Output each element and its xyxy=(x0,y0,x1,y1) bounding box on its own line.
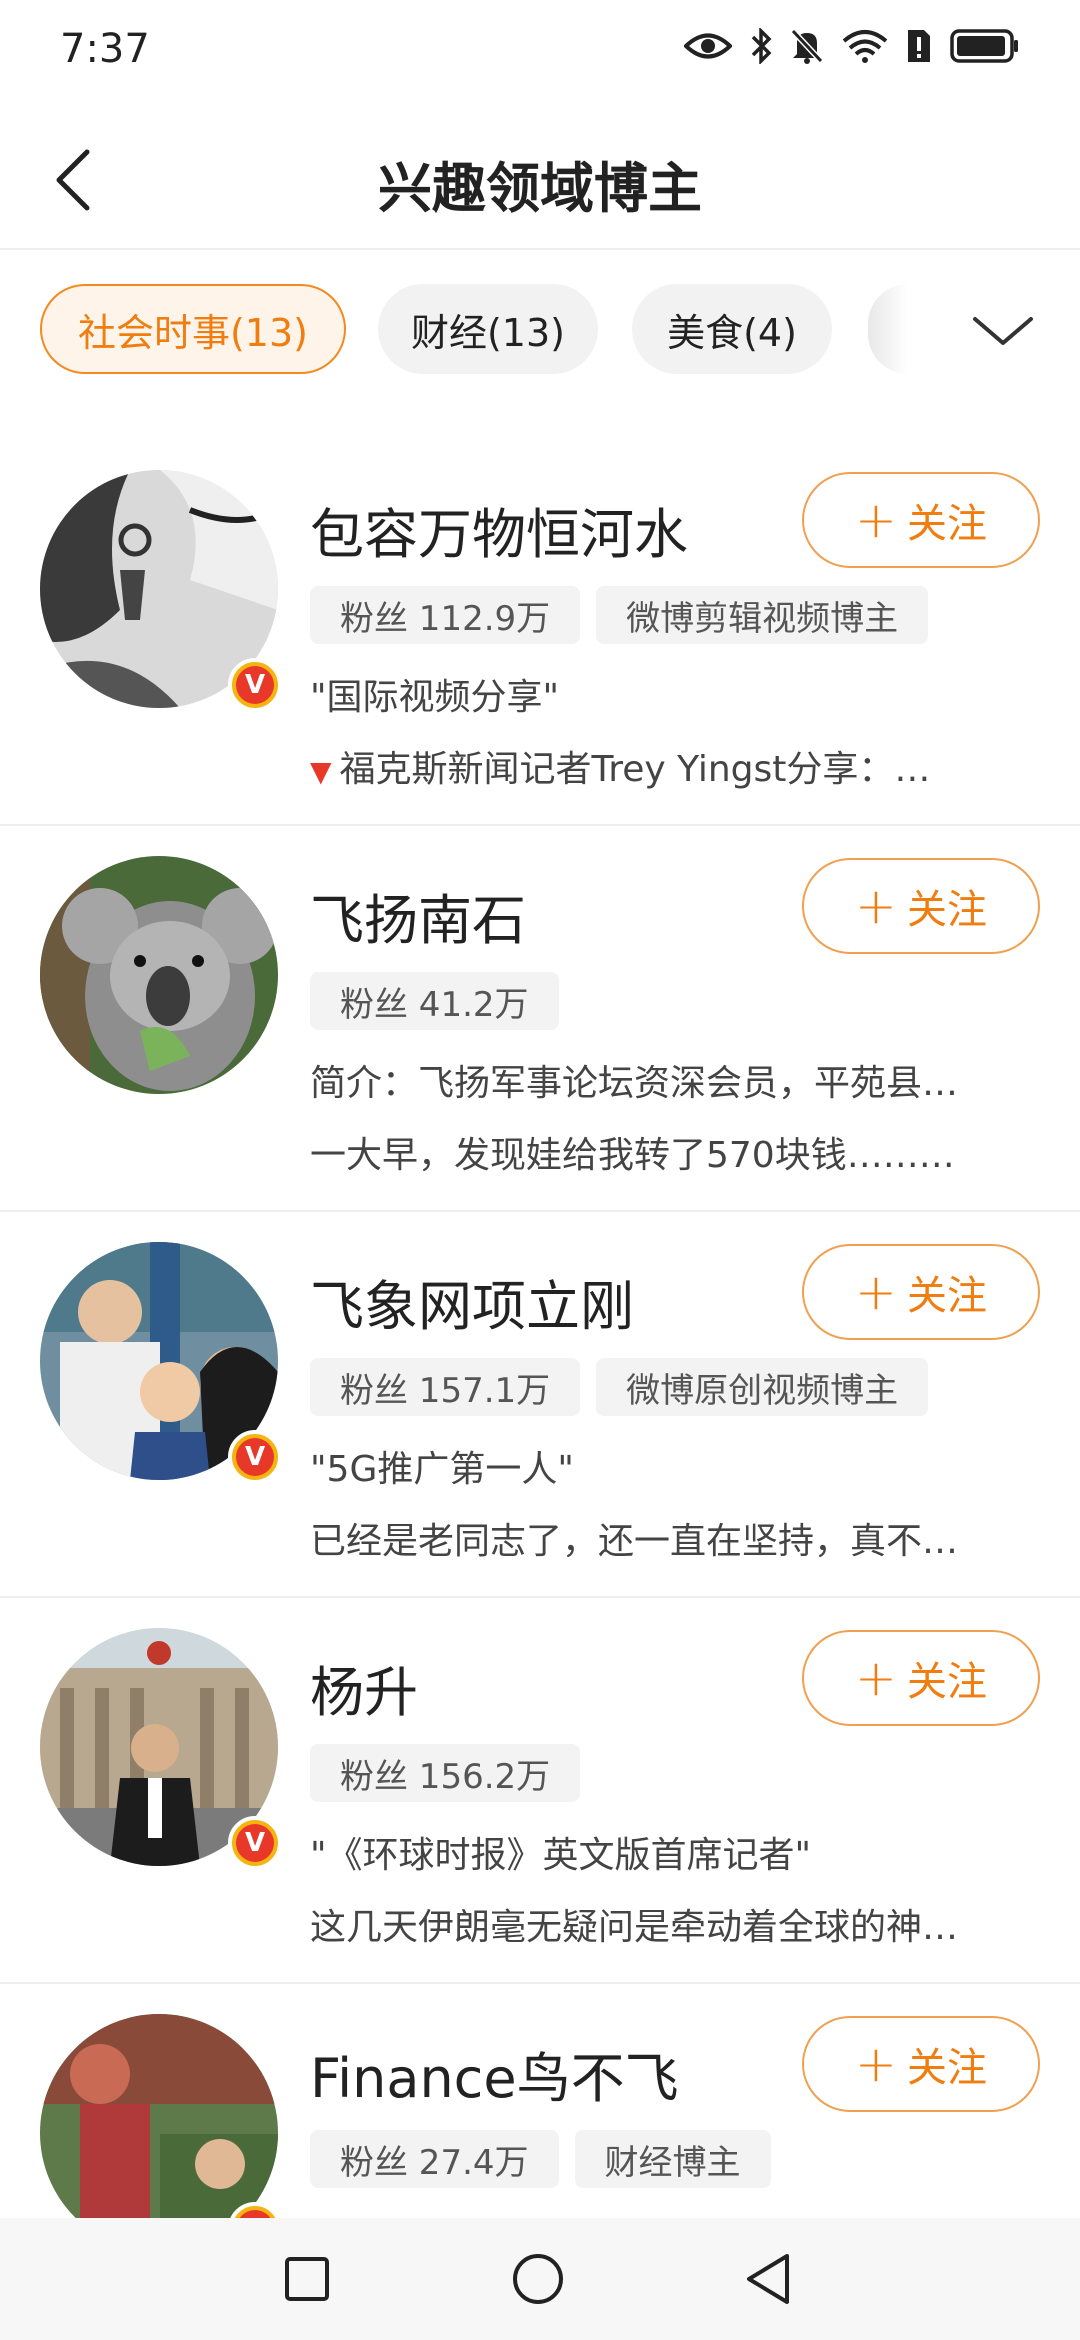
blogger-row[interactable]: V 飞象网项立刚 + 关注 粉丝 157.1万 微博原创视频博主 "5G推广第一人… xyxy=(0,1212,1080,1598)
verified-badge: V xyxy=(228,1430,282,1484)
follow-button[interactable]: + 关注 xyxy=(802,1244,1040,1340)
back-nav-button[interactable] xyxy=(733,2244,803,2314)
latest-post-preview[interactable]: ▼ 福克斯新闻记者Trey Yingst分享：… xyxy=(310,740,1040,792)
blogger-row[interactable]: 飞扬南石 + 关注 粉丝 41.2万 简介：飞扬军事论坛资深会员，平苑县… 一大早… xyxy=(0,826,1080,1212)
tag-list: 粉丝 41.2万 xyxy=(310,972,559,1030)
recents-button[interactable] xyxy=(272,2244,342,2314)
back-triangle-icon xyxy=(747,2254,789,2304)
fans-count: 粉丝 112.9万 xyxy=(310,586,581,644)
tab-overflow-fade xyxy=(868,284,908,374)
verified-badge: V xyxy=(228,658,282,712)
blogger-name[interactable]: Finance鸟不飞 xyxy=(310,2034,679,2113)
tab-social-news[interactable]: 社会时事(13) xyxy=(40,284,346,374)
category-tag: 财经博主 xyxy=(574,2130,771,2188)
expand-tabs-button[interactable] xyxy=(960,296,1046,366)
plus-icon: + xyxy=(855,491,897,549)
mute-icon xyxy=(790,28,824,64)
blogger-name[interactable]: 飞象网项立刚 xyxy=(310,1262,634,1341)
eye-icon xyxy=(684,33,732,59)
blogger-description: "5G推广第一人" xyxy=(310,1449,574,1490)
plus-icon: + xyxy=(855,877,897,935)
page-title: 兴趣领域博主 xyxy=(378,157,702,220)
bluetooth-icon xyxy=(751,28,772,64)
blogger-name[interactable]: 包容万物恒河水 xyxy=(310,490,688,569)
blogger-description: 简介：飞扬军事论坛资深会员，平苑县… xyxy=(310,1063,959,1104)
follow-button[interactable]: + 关注 xyxy=(802,1630,1040,1726)
header-bar: 兴趣领域博主 xyxy=(0,110,1080,250)
battery-icon xyxy=(950,29,1018,63)
follow-button[interactable]: + 关注 xyxy=(802,472,1040,568)
status-bar: 7:37 xyxy=(0,0,1080,100)
follow-button[interactable]: + 关注 xyxy=(802,2016,1040,2112)
home-button[interactable] xyxy=(503,2244,573,2314)
tag-list: 粉丝 112.9万 微博剪辑视频博主 xyxy=(310,586,929,644)
fans-count: 粉丝 41.2万 xyxy=(310,972,559,1030)
blogger-description: "国际视频分享" xyxy=(310,677,560,718)
category-tag: 微博剪辑视频博主 xyxy=(596,586,929,644)
recents-square-icon xyxy=(285,2257,329,2301)
tag-list: 粉丝 27.4万 财经博主 xyxy=(310,2130,771,2188)
tab-finance[interactable]: 财经(13) xyxy=(378,284,598,374)
plus-icon: + xyxy=(855,2035,897,2093)
blogger-name[interactable]: 杨升 xyxy=(310,1648,418,1727)
fans-count: 粉丝 157.1万 xyxy=(310,1358,581,1416)
plus-icon: + xyxy=(855,1649,897,1707)
category-tabs: 社会时事(13) 财经(13) 美食(4) xyxy=(0,280,1080,380)
sim-alert-icon xyxy=(908,30,930,62)
chevron-down-icon xyxy=(973,317,1033,345)
latest-post-preview[interactable]: 一大早，发现娃给我转了570块钱……… xyxy=(310,1126,1040,1178)
verified-badge: V xyxy=(228,1816,282,1870)
system-nav-bar xyxy=(0,2218,1080,2340)
red-triangle-icon: ▼ xyxy=(310,755,332,788)
tag-list: 粉丝 157.1万 微博原创视频博主 xyxy=(310,1358,929,1416)
fans-count: 粉丝 156.2万 xyxy=(310,1744,581,1802)
blogger-list: V 包容万物恒河水 + 关注 粉丝 112.9万 微博剪辑视频博主 "国际视频分享… xyxy=(0,440,1080,2340)
wifi-icon xyxy=(842,30,888,63)
blogger-row[interactable]: V 杨升 + 关注 粉丝 156.2万 "《环球时报》英文版首席记者" 这几天伊朗… xyxy=(0,1598,1080,1984)
blogger-description: "《环球时报》英文版首席记者" xyxy=(310,1835,812,1876)
avatar[interactable] xyxy=(40,856,278,1094)
category-tag: 微博原创视频博主 xyxy=(596,1358,929,1416)
latest-post-preview[interactable]: 已经是老同志了，还一直在坚持，真不… xyxy=(310,1512,1040,1564)
home-circle-icon xyxy=(513,2254,563,2304)
blogger-row[interactable]: V 包容万物恒河水 + 关注 粉丝 112.9万 微博剪辑视频博主 "国际视频分享… xyxy=(0,440,1080,826)
status-icons xyxy=(684,28,1020,64)
follow-button[interactable]: + 关注 xyxy=(802,858,1040,954)
plus-icon: + xyxy=(855,1263,897,1321)
fans-count: 粉丝 27.4万 xyxy=(310,2130,559,2188)
tag-list: 粉丝 156.2万 xyxy=(310,1744,581,1802)
blogger-name[interactable]: 飞扬南石 xyxy=(310,876,526,955)
status-time: 7:37 xyxy=(60,26,150,72)
latest-post-preview[interactable]: 这几天伊朗毫无疑问是牵动着全球的神… xyxy=(310,1898,1040,1950)
tab-food[interactable]: 美食(4) xyxy=(632,284,832,374)
